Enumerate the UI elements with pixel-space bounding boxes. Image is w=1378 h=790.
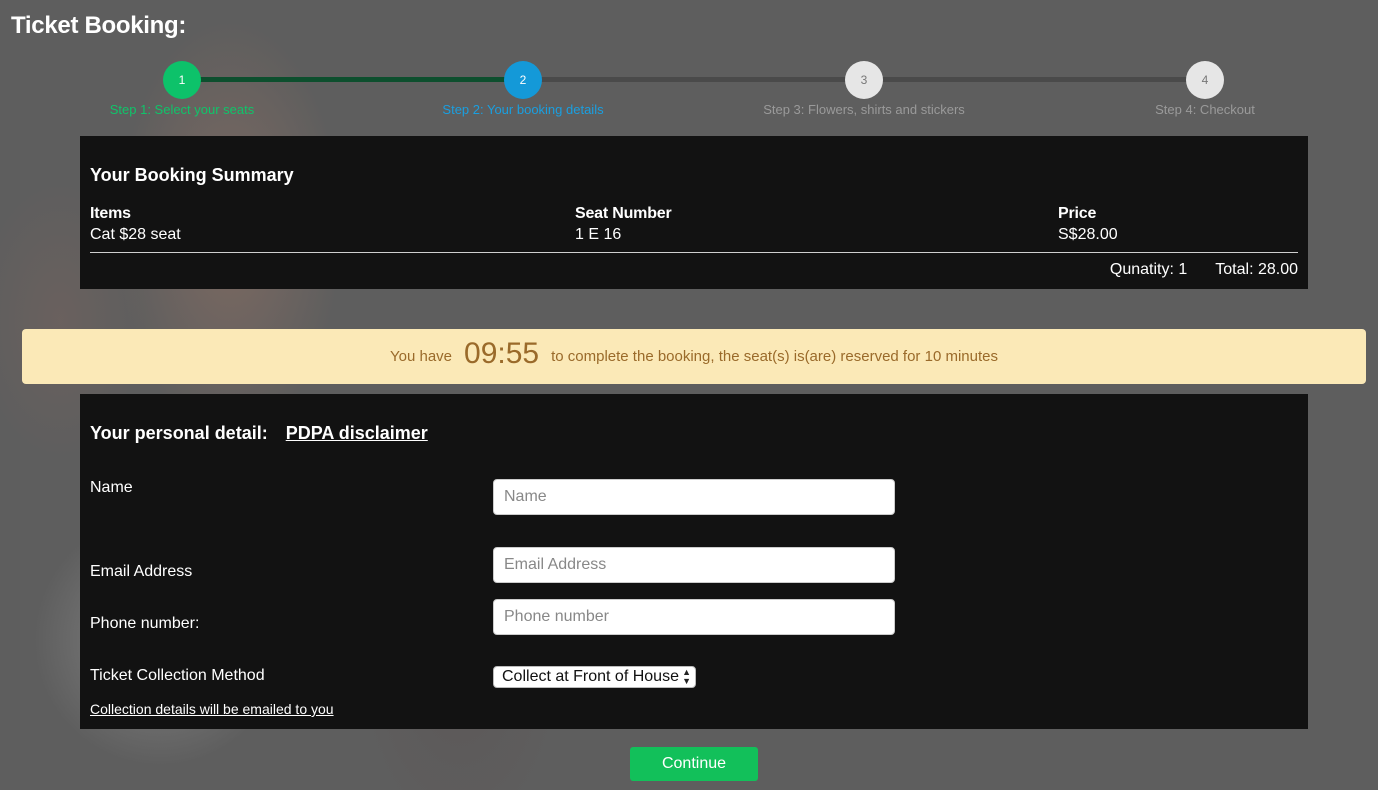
step-2-label[interactable]: Step 2: Your booking details <box>393 102 653 117</box>
seat-value: 1 E 16 <box>575 226 622 243</box>
step-3-label: Step 3: Flowers, shirts and stickers <box>763 102 965 117</box>
reservation-timer-banner: You have 09:55 to complete the booking, … <box>22 329 1366 384</box>
pdpa-disclaimer-link[interactable]: PDPA disclaimer <box>286 423 428 443</box>
collection-method-select[interactable]: Collect at Front of House ▲ ▼ <box>493 666 696 688</box>
phone-label: Phone number: <box>90 615 200 632</box>
personal-detail-heading: Your personal detail: PDPA disclaimer <box>90 423 428 444</box>
booking-stepper: 1 2 3 4 Step 1: Select your seats Step 2… <box>0 60 1378 120</box>
email-input[interactable] <box>493 547 895 583</box>
select-arrows-icon: ▲ ▼ <box>682 667 691 686</box>
summary-items-column: Items Cat $28 seat <box>90 205 181 244</box>
collection-method-label: Ticket Collection Method <box>90 667 265 684</box>
total-text: Total: 28.00 <box>1215 261 1298 278</box>
personal-detail-panel: Your personal detail: PDPA disclaimer Nam… <box>80 394 1308 729</box>
step-2-circle[interactable]: 2 <box>504 61 542 99</box>
quantity-text: Qunatity: 1 <box>1109 261 1188 278</box>
step-1-circle[interactable]: 1 <box>163 61 201 99</box>
continue-button[interactable]: Continue <box>630 747 758 781</box>
item-value: Cat $28 seat <box>90 226 181 243</box>
booking-summary-panel: Your Booking Summary Items Cat $28 seat … <box>80 136 1308 289</box>
seat-header: Seat Number <box>575 205 672 222</box>
price-value: S$28.00 <box>1058 226 1118 243</box>
summary-price-column: Price S$28.00 <box>1058 205 1118 244</box>
timer-prefix: You have <box>390 348 453 365</box>
personal-detail-title: Your personal detail: <box>90 423 268 443</box>
step-1-label[interactable]: Step 1: Select your seats <box>52 102 312 117</box>
summary-seat-column: Seat Number 1 E 16 <box>575 205 672 244</box>
step-4-circle: 4 <box>1186 61 1224 99</box>
price-header: Price <box>1058 205 1097 222</box>
summary-divider <box>90 252 1298 253</box>
summary-title: Your Booking Summary <box>90 165 294 185</box>
name-input[interactable] <box>493 479 895 515</box>
summary-totals: Qunatity: 1 Total: 28.00 <box>1082 261 1298 279</box>
collection-method-value: Collect at Front of House <box>502 668 679 685</box>
stepper-progress <box>182 77 523 82</box>
page-title: Ticket Booking: <box>11 12 187 39</box>
timer-suffix: to complete the booking, the seat(s) is(… <box>551 348 998 365</box>
timer-countdown: 09:55 <box>464 336 540 370</box>
name-label: Name <box>90 479 133 496</box>
phone-input[interactable] <box>493 599 895 635</box>
step-3-circle: 3 <box>845 61 883 99</box>
step-4-label: Step 4: Checkout <box>1155 102 1255 117</box>
items-header: Items <box>90 205 131 222</box>
email-label: Email Address <box>90 563 193 580</box>
collection-details-link[interactable]: Collection details will be emailed to yo… <box>90 701 334 717</box>
